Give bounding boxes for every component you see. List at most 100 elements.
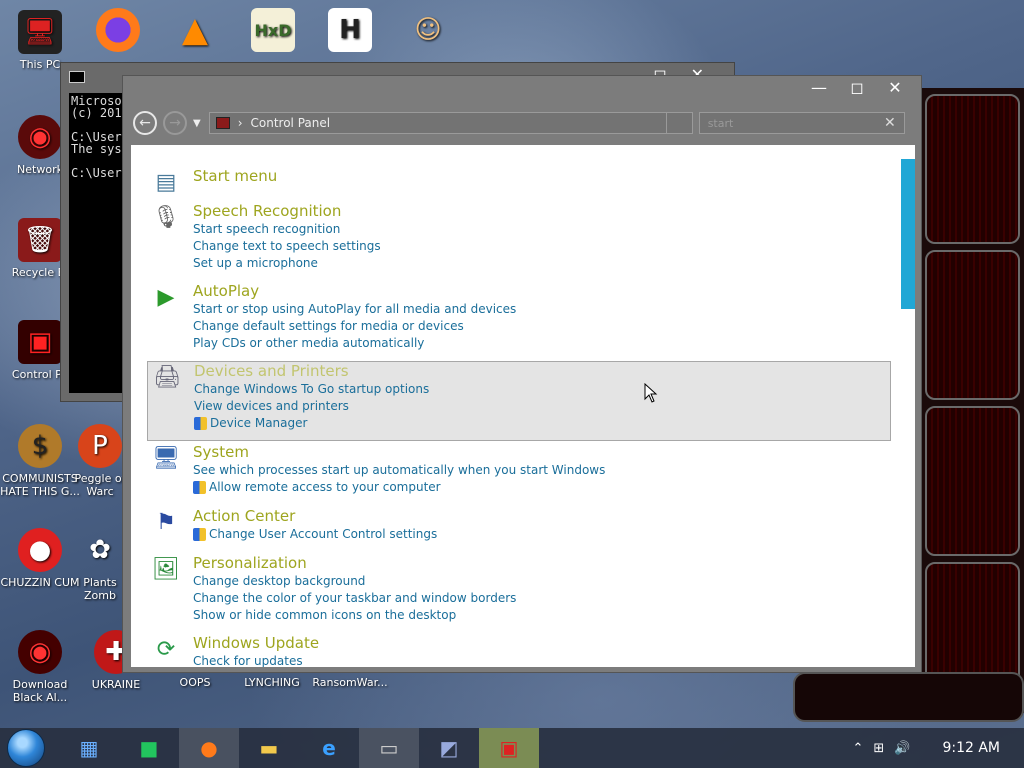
result-heading[interactable]: Devices and Printers (194, 362, 890, 381)
taskbar-internet-explorer[interactable]: e (299, 728, 359, 768)
desktop-icon-download[interactable]: ◉ Download Black Al... (0, 630, 80, 704)
recent-locations-dropdown[interactable]: ▼ (193, 118, 201, 129)
desktop-icon-peggle[interactable]: P Peggle of Warc (70, 424, 130, 498)
result-autoplay[interactable]: ▶ AutoPlay Start or stop using AutoPlay … (147, 282, 891, 352)
result-devices-and-printers[interactable]: 🖨 Devices and Printers Change Windows To… (147, 361, 891, 441)
result-speech-recognition[interactable]: 🎙 Speech Recognition Start speech recogn… (147, 202, 891, 272)
link-text: Check for updates (193, 654, 303, 667)
result-heading[interactable]: System (193, 443, 891, 462)
link-text: Change desktop background (193, 574, 366, 588)
result-link[interactable]: Change Windows To Go startup options (194, 381, 890, 398)
scrollbar-thumb[interactable] (901, 159, 915, 309)
minimize-icon[interactable]: — (811, 78, 827, 97)
search-input[interactable]: start (708, 117, 734, 130)
forward-button[interactable]: → (163, 111, 187, 135)
result-heading[interactable]: AutoPlay (193, 282, 891, 301)
desktop-icon-chuzzin[interactable]: ● CHUZZIN CUM (0, 528, 80, 589)
chevron-up-icon[interactable]: ⌃ (852, 741, 863, 756)
result-heading[interactable]: Start menu (193, 167, 891, 186)
volume-icon[interactable]: 🔊 (894, 741, 910, 756)
desktop-icon-ransomware[interactable]: RansomWar... (310, 676, 390, 689)
result-heading[interactable]: Action Center (193, 507, 891, 526)
result-link[interactable]: Check for updates (193, 653, 891, 667)
result-link[interactable]: Show or hide common icons on the desktop (193, 607, 891, 624)
clock[interactable]: 9:12 AM (942, 740, 1000, 756)
desktop-icon-lynching[interactable]: LYNCHING (232, 676, 312, 689)
taskbar-command-prompt[interactable]: ▭ (359, 728, 419, 768)
result-heading[interactable]: Personalization (193, 554, 891, 573)
search-results[interactable]: ▤ Start menu 🎙 Speech Recognition Start … (131, 145, 915, 667)
taskbar-notepad[interactable]: ◩ (419, 728, 479, 768)
result-system[interactable]: 🖥 System See which processes start up au… (147, 443, 891, 496)
chevron-down-icon: ▼ (193, 117, 201, 129)
result-windows-update[interactable]: ⟳ Windows Update Check for updates (147, 634, 891, 667)
side-gadget (918, 88, 1024, 713)
start-button[interactable] (7, 729, 45, 767)
result-action-center[interactable]: ⚑ Action Center Change User Account Cont… (147, 507, 891, 543)
search-box[interactable]: start ✕ (698, 112, 905, 134)
gadget-panel (925, 406, 1020, 556)
address-dropdown-button[interactable] (666, 112, 693, 134)
result-link[interactable]: Play CDs or other media automatically (193, 335, 891, 352)
breadcrumb-control-panel[interactable]: Control Panel (251, 116, 331, 130)
mouse-cursor-icon (644, 383, 658, 403)
control-panel-icon: ▣ (18, 320, 62, 364)
desktop-icon-label: RansomWar... (312, 676, 388, 689)
desktop-icon-label: Download Black Al... (12, 678, 68, 704)
result-link[interactable]: Start or stop using AutoPlay for all med… (193, 301, 891, 318)
flower-icon: ✿ (89, 534, 111, 565)
network-icon[interactable]: ⊞ (873, 741, 884, 756)
taskbar-firefox[interactable]: ● (179, 728, 239, 768)
desktop-icon-hxd[interactable]: HxD (233, 8, 313, 56)
taskbar-control-panel[interactable]: ▣ (479, 728, 539, 768)
result-link[interactable]: Set up a microphone (193, 255, 891, 272)
uac-shield-icon (193, 528, 206, 541)
close-icon[interactable]: ✕ (887, 78, 903, 97)
flag-icon: ⚑ (156, 510, 176, 535)
desktop-icon-label: COMMUNISTS HATE THIS G... (0, 472, 80, 498)
printer-icon: 🖨 (153, 365, 181, 390)
control-panel-window[interactable]: — ◻ ✕ ← → ▼ › Control Panel start ✕ ▤ St… (122, 75, 922, 673)
result-link[interactable]: Change default settings for media or dev… (193, 318, 891, 335)
desktop-icon-app-h[interactable]: H (310, 8, 390, 56)
notes-icon: ■ (139, 736, 159, 760)
result-link[interactable]: Change desktop background (193, 573, 891, 590)
desktop-icon-doctor[interactable]: ☺ (388, 8, 468, 56)
result-link[interactable]: Change User Account Control settings (193, 526, 891, 543)
back-button[interactable]: ← (133, 111, 157, 135)
clear-search-icon[interactable]: ✕ (884, 115, 896, 131)
address-bar[interactable]: › Control Panel (208, 112, 667, 134)
result-link[interactable]: Start speech recognition (193, 221, 891, 238)
result-heading[interactable]: Speech Recognition (193, 202, 891, 221)
desktop-icon-communists[interactable]: $ COMMUNISTS HATE THIS G... (0, 424, 80, 498)
doctor-icon: ☺ (414, 14, 442, 45)
result-link[interactable]: Change the color of your taskbar and win… (193, 590, 891, 607)
taskbar-task-view[interactable]: ▦ (59, 728, 119, 768)
firefox-icon: ● (200, 736, 218, 760)
start-menu-icon: ▤ (155, 170, 177, 195)
desktop-icon-label: This PC (19, 58, 61, 71)
desktop-icon-plants[interactable]: ✿ Plants Zomb (70, 528, 130, 603)
result-link[interactable]: See which processes start up automatical… (193, 462, 891, 479)
alienware-icon: ◉ (18, 630, 62, 674)
desktop-icon-oops[interactable]: OOPS (155, 676, 235, 689)
arrow-left-icon: ← (139, 115, 151, 131)
desktop-icon-label: CHUZZIN CUM (0, 576, 80, 589)
result-link[interactable]: Change text to speech settings (193, 238, 891, 255)
personalization-icon: 🖼 (152, 557, 180, 582)
desktop-icon-firefox[interactable] (78, 8, 158, 56)
maximize-icon[interactable]: ◻ (849, 78, 865, 97)
result-link[interactable]: View devices and printers (194, 398, 890, 415)
result-link[interactable]: Device Manager (194, 415, 890, 432)
taskbar-file-explorer[interactable]: ▬ (239, 728, 299, 768)
notepad-icon: ◩ (439, 736, 459, 760)
result-start-menu[interactable]: ▤ Start menu (147, 167, 891, 195)
result-heading[interactable]: Windows Update (193, 634, 891, 653)
result-link[interactable]: Allow remote access to your computer (193, 479, 891, 496)
computer-icon: 🖥 (18, 10, 62, 54)
taskbar-notes[interactable]: ■ (119, 728, 179, 768)
breadcrumb-separator-icon: › (237, 116, 243, 130)
uac-shield-icon (193, 481, 206, 494)
desktop-icon-vlc[interactable]: ▲ (155, 8, 235, 56)
result-personalization[interactable]: 🖼 Personalization Change desktop backgro… (147, 554, 891, 624)
